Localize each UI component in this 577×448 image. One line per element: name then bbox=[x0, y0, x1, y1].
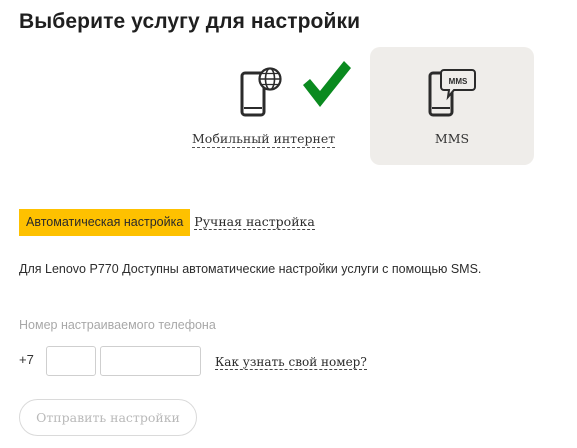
page-title: Выберите услугу для настройки bbox=[19, 10, 361, 33]
service-label-mms: MMS bbox=[434, 131, 470, 146]
phone-field-label: Номер настраиваемого телефона bbox=[19, 318, 216, 332]
phone-mms-icon: MMS bbox=[428, 67, 476, 124]
tab-manual-setup[interactable]: Ручная настройка bbox=[194, 215, 315, 230]
phone-globe-icon bbox=[240, 67, 284, 124]
send-settings-button[interactable]: Отправить настройки bbox=[19, 399, 197, 436]
info-text: Для Lenovo P770 Доступны автоматические … bbox=[19, 262, 482, 276]
service-mobile-internet[interactable]: Мобильный интернет bbox=[186, 47, 366, 165]
service-mms[interactable]: MMS MMS bbox=[370, 47, 534, 165]
country-code: +7 bbox=[19, 352, 34, 367]
tab-auto-setup[interactable]: Автоматическая настройка bbox=[19, 209, 191, 236]
checkmark-icon bbox=[300, 59, 354, 116]
phone-code-input[interactable] bbox=[46, 346, 96, 376]
mode-tabs: Автоматическая настройка Ручная настройк… bbox=[19, 209, 315, 236]
service-label-mobile-internet[interactable]: Мобильный интернет bbox=[192, 131, 336, 148]
how-to-find-number-link[interactable]: Как узнать свой номер? bbox=[215, 355, 367, 370]
phone-number-input[interactable] bbox=[100, 346, 201, 376]
svg-text:MMS: MMS bbox=[449, 77, 468, 86]
